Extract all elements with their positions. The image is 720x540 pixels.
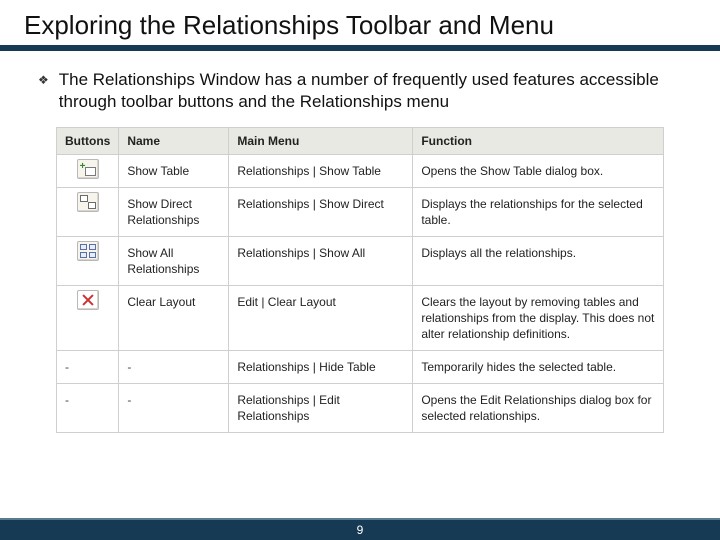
title-region: Exploring the Relationships Toolbar and … [0,0,720,51]
table-row: Clear Layout Edit | Clear Layout Clears … [57,286,664,351]
cell-menu: Edit | Clear Layout [229,286,413,351]
cell-function: Clears the layout by removing tables and… [413,286,664,351]
col-main-menu: Main Menu [229,128,413,155]
slide: Exploring the Relationships Toolbar and … [0,0,720,540]
cell-name: - [119,384,229,433]
clear-layout-icon [77,290,99,310]
bullet-item: ❖ The Relationships Window has a number … [38,69,682,113]
cell-menu: Relationships | Show Direct [229,188,413,237]
bullet-icon: ❖ [38,69,49,91]
show-direct-icon [77,192,99,212]
toolbar-table: Buttons Name Main Menu Function Show Tab… [56,127,664,433]
page-number: 9 [357,523,364,537]
cell-name: Show Table [119,155,229,188]
button-icon-cell [57,155,119,188]
cell-function: Opens the Show Table dialog box. [413,155,664,188]
bullet-text: The Relationships Window has a number of… [59,69,682,113]
col-buttons: Buttons [57,128,119,155]
button-icon-cell [57,188,119,237]
footer-bar: 9 [0,518,720,540]
cell-name: Show Direct Relationships [119,188,229,237]
cell-menu: Relationships | Hide Table [229,351,413,384]
cell-function: Displays all the relationships. [413,237,664,286]
col-name: Name [119,128,229,155]
table-row: Show Direct Relationships Relationships … [57,188,664,237]
col-function: Function [413,128,664,155]
cell-name: Show All Relationships [119,237,229,286]
cell-function: Displays the relationships for the selec… [413,188,664,237]
cell-menu: Relationships | Show All [229,237,413,286]
cell-menu: Relationships | Show Table [229,155,413,188]
table-row: Show All Relationships Relationships | S… [57,237,664,286]
table-row: - - Relationships | Hide Table Temporari… [57,351,664,384]
cell-name: - [119,351,229,384]
show-all-icon [77,241,99,261]
cell-function: Temporarily hides the selected table. [413,351,664,384]
button-icon-cell: - [57,384,119,433]
table-row: - - Relationships | Edit Relationships O… [57,384,664,433]
slide-body: ❖ The Relationships Window has a number … [0,51,720,433]
slide-title: Exploring the Relationships Toolbar and … [24,10,696,41]
cell-name: Clear Layout [119,286,229,351]
table-header-row: Buttons Name Main Menu Function [57,128,664,155]
cell-menu: Relationships | Edit Relationships [229,384,413,433]
cell-function: Opens the Edit Relationships dialog box … [413,384,664,433]
button-icon-cell: - [57,351,119,384]
button-icon-cell [57,237,119,286]
button-icon-cell [57,286,119,351]
table-row: Show Table Relationships | Show Table Op… [57,155,664,188]
show-table-icon [77,159,99,179]
